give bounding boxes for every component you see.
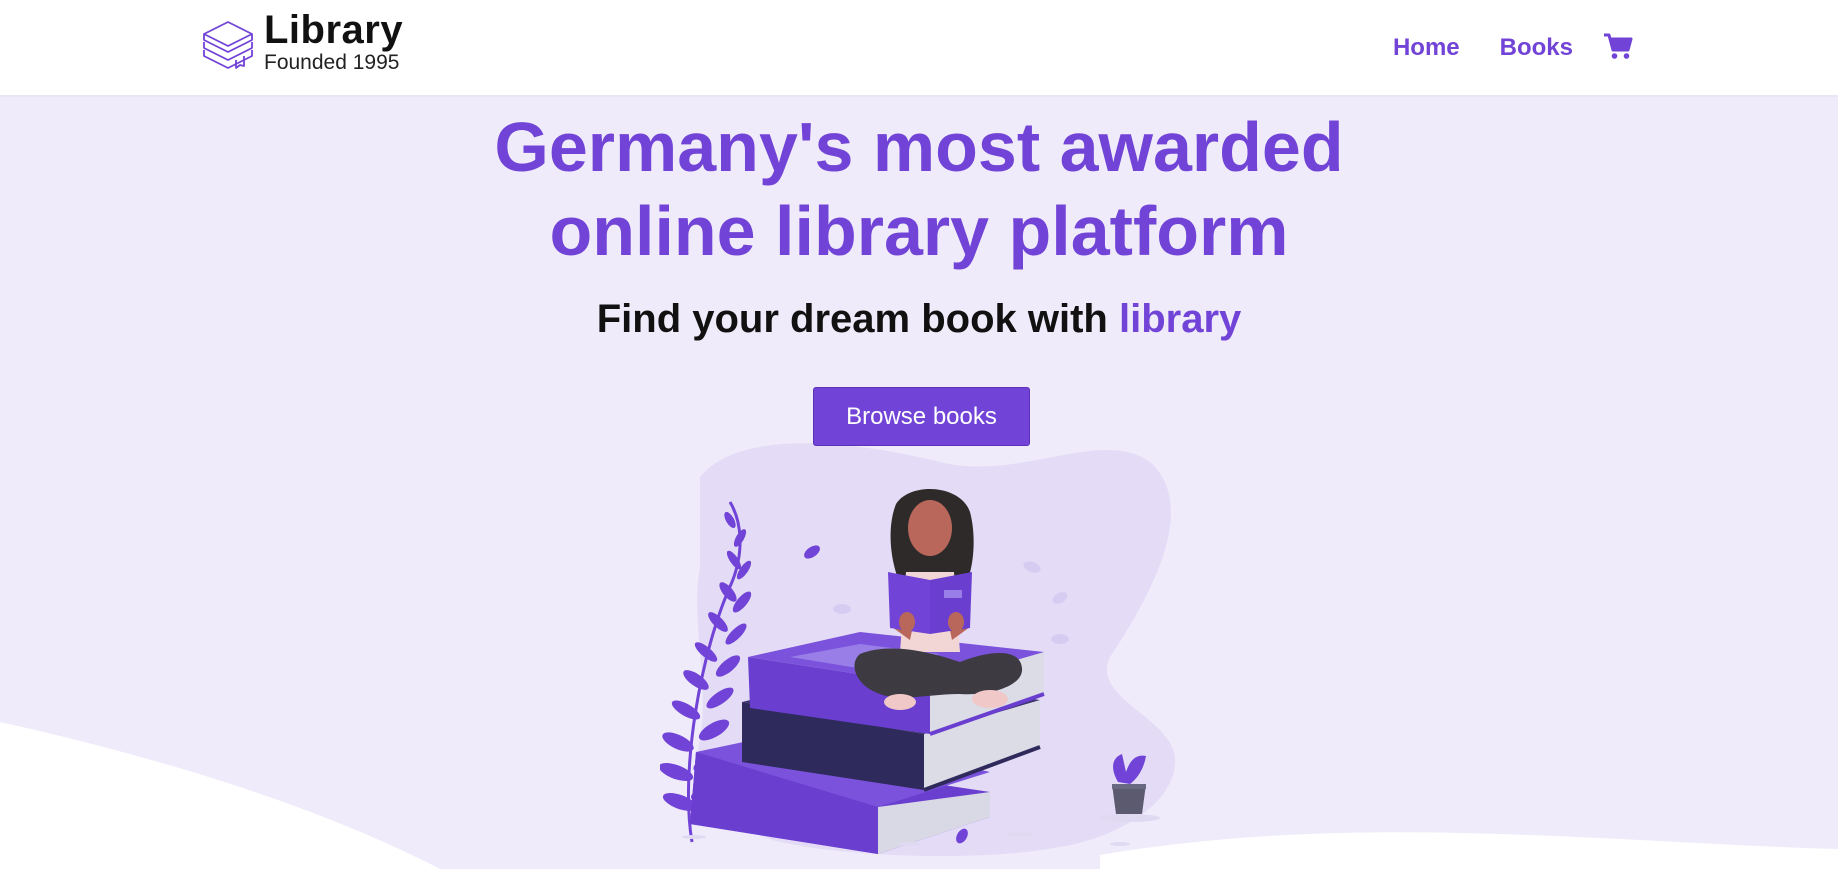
nav-home-link[interactable]: Home <box>1393 34 1460 62</box>
potted-plant <box>1100 754 1160 822</box>
main-nav: Home Books <box>1353 0 1633 95</box>
brand-logo[interactable]: Library Founded 1995 <box>200 10 403 73</box>
hero-subheadline-accent: library <box>1118 297 1242 341</box>
shopping-cart-icon[interactable] <box>1603 32 1633 60</box>
navbar: Library Founded 1995 Home Books <box>0 0 1838 97</box>
brand-subtitle: Founded 1995 <box>264 51 400 74</box>
hero-subheadline-text: Find your dream book with <box>596 297 1119 341</box>
browse-books-button[interactable]: Browse books <box>813 387 1030 446</box>
hero-section: Germany's most awarded online library pl… <box>0 97 1838 869</box>
stacked-books-icon <box>203 20 253 69</box>
brand-title: Library <box>264 8 404 52</box>
hero-headline-line1: Germany's most awarded <box>494 108 1344 186</box>
hero-headline-line2: online library platform <box>549 192 1289 270</box>
reading-woman <box>854 489 1023 710</box>
hero-headline: Germany's most awarded online library pl… <box>0 105 1838 273</box>
woman-reading-illustration <box>660 489 1160 854</box>
nav-books-link[interactable]: Books <box>1500 34 1573 62</box>
hero-subheadline: Find your dream book with library <box>0 297 1838 342</box>
